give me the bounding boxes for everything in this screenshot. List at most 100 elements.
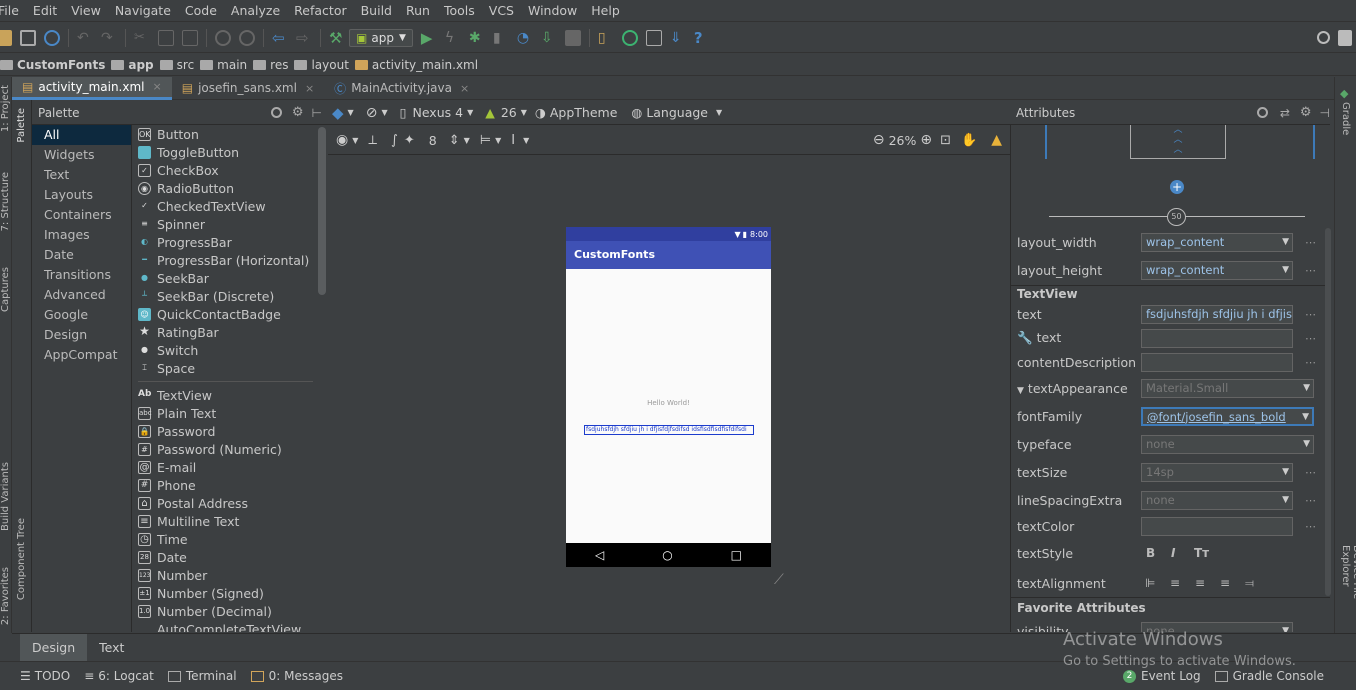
palette-item-textview[interactable]: Ab TextView	[133, 386, 318, 404]
orientation-icon[interactable]: ⊘	[366, 105, 378, 121]
align-center-icon[interactable]: ≡	[1195, 576, 1205, 590]
palette-item-autocomplete[interactable]: AutoCompleteTextView	[133, 620, 318, 633]
clear-constraints-icon[interactable]: ∫	[391, 133, 398, 148]
palette-item-progressbar[interactable]: ◐ ProgressBar	[133, 233, 318, 251]
device-file-explorer-tab[interactable]: Device File Explorer	[1340, 545, 1356, 633]
margin-value[interactable]: 50	[1167, 208, 1186, 226]
device-select[interactable]: ▯ Nexus 4 ▼	[400, 105, 486, 120]
align-icon[interactable]: ⊨	[480, 133, 491, 148]
palette-item-seekbar[interactable]: ● SeekBar	[133, 269, 318, 287]
palette-item-number-decimal[interactable]: 1.0 Number (Decimal)	[133, 602, 318, 620]
palette-category-text[interactable]: Text	[32, 165, 131, 185]
palette-item-date[interactable]: 28 Date	[133, 548, 318, 566]
more-options-icon[interactable]: ⋯	[1305, 466, 1316, 479]
replace-icon[interactable]	[239, 29, 255, 46]
breadcrumb-src[interactable]: src	[159, 58, 194, 72]
palette-category-date[interactable]: Date	[32, 245, 131, 265]
align-right-icon[interactable]: ≡	[1220, 576, 1230, 590]
sync-icon[interactable]	[44, 29, 60, 46]
more-options-icon[interactable]: ⋯	[1305, 332, 1316, 345]
debug-icon[interactable]: ✱	[469, 30, 485, 46]
find-icon[interactable]	[215, 29, 231, 46]
tab-text[interactable]: Text	[87, 634, 136, 661]
gear-icon[interactable]: ⚙	[1300, 105, 1312, 120]
selected-textview[interactable]: fsdjuhsfdjh sfdjiu jh i dfjisfdjfsdifsd …	[584, 425, 754, 435]
font-family-select[interactable]: @font/josefin_sans_bold ▼	[1141, 406, 1314, 426]
project-structure-icon[interactable]	[645, 29, 662, 46]
help-icon[interactable]: ?	[694, 30, 710, 46]
hello-world-text[interactable]: Hello World!	[566, 399, 771, 407]
layout-height-select[interactable]: wrap_content ▼	[1141, 260, 1293, 280]
copy-icon[interactable]	[158, 29, 174, 46]
default-margin-value[interactable]: 8	[429, 133, 437, 148]
captures-tool-tab[interactable]: Captures	[0, 267, 11, 312]
palette-item-radiobutton[interactable]: ◉ RadioButton	[133, 179, 318, 197]
palette-item-seekbar-discrete[interactable]: ┴ SeekBar (Discrete)	[133, 287, 318, 305]
avd-manager-icon[interactable]: ▯	[598, 30, 614, 46]
more-options-icon[interactable]: ⋯	[1305, 264, 1316, 277]
menu-window[interactable]: Window	[528, 3, 577, 18]
close-icon[interactable]: ×	[153, 80, 162, 93]
palette-category-google[interactable]: Google	[32, 305, 131, 325]
menu-edit[interactable]: Edit	[33, 3, 57, 18]
tab-activity-main[interactable]: ▤ activity_main.xml ×	[12, 76, 172, 100]
more-options-icon[interactable]: ⋯	[1305, 520, 1316, 533]
palette-scrollbar[interactable]	[318, 127, 326, 295]
menu-analyze[interactable]: Analyze	[231, 3, 280, 18]
bold-toggle[interactable]: B	[1146, 546, 1155, 560]
palette-item-multiline-text[interactable]: ≡ Multiline Text	[133, 512, 318, 530]
structure-tool-tab[interactable]: 7: Structure	[0, 172, 11, 231]
menu-navigate[interactable]: Navigate	[115, 3, 171, 18]
breadcrumb-app[interactable]: app	[111, 58, 154, 72]
palette-item-togglebutton[interactable]: ToggleButton	[133, 143, 318, 161]
favorites-tool-tab[interactable]: 2: Favorites	[0, 567, 11, 625]
text-input[interactable]: fsdjuhsfdjh sfdjiu jh i dfjisfdjfsdifsd	[1141, 304, 1293, 324]
terminal-tool-button[interactable]: Terminal	[167, 669, 237, 683]
palette-item-plain-text[interactable]: abc Plain Text	[133, 404, 318, 422]
undo-icon[interactable]: ↶	[77, 30, 93, 46]
device-preview[interactable]: ▼ ▮ 8:00 CustomFonts Hello World! fsdjuh…	[566, 227, 771, 567]
palette-category-appcompat[interactable]: AppCompat	[32, 345, 131, 365]
palette-item-password[interactable]: 🔒 Password	[133, 422, 318, 440]
palette-item-quickcontactbadge[interactable]: ☺ QuickContactBadge	[133, 305, 318, 323]
close-icon[interactable]: ×	[305, 82, 314, 95]
menu-build[interactable]: Build	[361, 3, 392, 18]
sdk-manager-icon[interactable]: ⇓	[670, 30, 686, 46]
menu-run[interactable]: Run	[406, 3, 430, 18]
event-log-tool-button[interactable]: 2 Event Log	[1123, 669, 1201, 683]
forward-icon[interactable]: ⇨	[296, 30, 312, 46]
breadcrumb-file[interactable]: activity_main.xml	[354, 58, 478, 72]
theme-select[interactable]: ◑ AppTheme	[535, 105, 617, 120]
layers-icon[interactable]: ◆	[332, 104, 344, 122]
pan-icon[interactable]: ✋	[961, 133, 977, 148]
todo-tool-button[interactable]: ☰ TODO	[20, 669, 70, 683]
palette-category-advanced[interactable]: Advanced	[32, 285, 131, 305]
palette-category-transitions[interactable]: Transitions	[32, 265, 131, 285]
breadcrumb-res[interactable]: res	[253, 58, 288, 72]
palette-item-space[interactable]: ⌶ Space	[133, 359, 318, 377]
menu-file[interactable]: File	[0, 3, 19, 18]
italic-toggle[interactable]: I	[1171, 546, 1175, 560]
build-variants-tool-tab[interactable]: Build Variants	[0, 462, 11, 531]
text-size-select[interactable]: 14sp ▼	[1141, 462, 1293, 482]
add-constraint-icon[interactable]: +	[1170, 180, 1184, 194]
pack-icon[interactable]: ⇕	[449, 133, 460, 148]
palette-item-postal-address[interactable]: ⌂ Postal Address	[133, 494, 318, 512]
hide-panel-icon[interactable]: ⊣	[1320, 106, 1330, 120]
attach-debugger-icon[interactable]: ⇩	[541, 30, 557, 46]
sync-gradle-icon[interactable]	[621, 29, 638, 46]
breadcrumb-main[interactable]: main	[200, 58, 247, 72]
palette-item-password-numeric[interactable]: # Password (Numeric)	[133, 440, 318, 458]
palette-category-all[interactable]: All	[32, 125, 131, 145]
attributes-scrollbar[interactable]	[1325, 228, 1331, 596]
text-color-input[interactable]	[1141, 516, 1293, 536]
palette-item-button[interactable]: OK Button	[133, 125, 318, 143]
menu-code[interactable]: Code	[185, 3, 217, 18]
guidelines-icon[interactable]: I	[511, 133, 515, 148]
tools-text-input[interactable]	[1141, 328, 1293, 348]
palette-item-email[interactable]: @ E-mail	[133, 458, 318, 476]
search-icon[interactable]	[1256, 107, 1268, 118]
cut-icon[interactable]: ✂	[134, 30, 150, 46]
palette-item-spinner[interactable]: ≡ Spinner	[133, 215, 318, 233]
palette-item-number-signed[interactable]: ±1 Number (Signed)	[133, 584, 318, 602]
